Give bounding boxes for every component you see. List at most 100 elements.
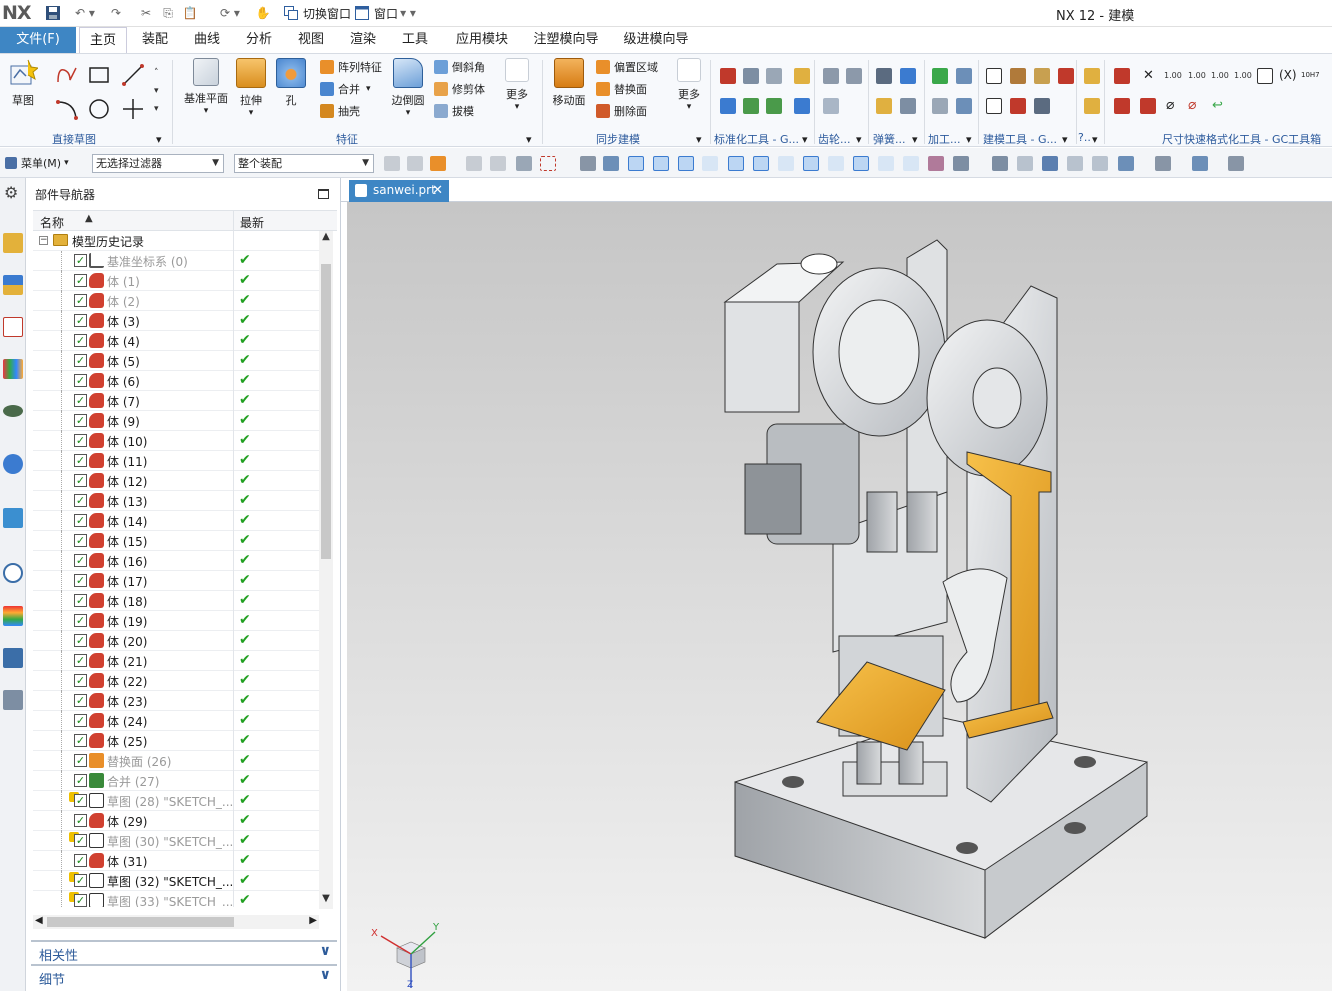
visibility-checkbox[interactable]: ✓: [74, 314, 87, 327]
build-tool-icon[interactable]: [986, 98, 1002, 114]
group-options-icon[interactable]: ▾: [1092, 130, 1098, 148]
visibility-checkbox[interactable]: ✓: [74, 614, 87, 627]
tree-row[interactable]: ✓ 替换面 (26) ✔: [33, 751, 319, 771]
build-tool-icon[interactable]: [1084, 98, 1100, 114]
snap-icon[interactable]: [728, 156, 744, 171]
expand-chevron-icon[interactable]: ∨: [320, 943, 331, 959]
tree-row[interactable]: ✓ 体 (1) ✔: [33, 271, 319, 291]
snap-icon[interactable]: [903, 156, 919, 171]
tree-row[interactable]: ✓ 体 (6) ✔: [33, 371, 319, 391]
profile-icon[interactable]: [56, 64, 78, 86]
motor-terminal-box[interactable]: [744, 463, 802, 535]
snap-icon[interactable]: [678, 156, 694, 171]
dim-format-4[interactable]: 1.00: [1234, 66, 1252, 84]
hole-button[interactable]: 孔: [276, 58, 306, 108]
spring-icon[interactable]: [876, 98, 892, 114]
snap-icon[interactable]: [778, 156, 794, 171]
group-options-icon[interactable]: ▾: [966, 130, 972, 148]
expand-chevron-icon[interactable]: ∨: [320, 967, 331, 983]
shell-button[interactable]: 抽壳: [320, 102, 360, 120]
collapse-icon[interactable]: −: [39, 236, 48, 245]
spring-icon[interactable]: [876, 68, 892, 84]
gear-icon[interactable]: [823, 68, 839, 84]
tree-row[interactable]: ✓ 草图 (28) "SKETCH_... ✔: [33, 791, 319, 811]
tree-row[interactable]: ✓ 体 (5) ✔: [33, 351, 319, 371]
column-header-name[interactable]: 名称: [40, 214, 64, 231]
group-options-icon[interactable]: ▾: [802, 130, 808, 148]
trim-body-button[interactable]: 修剪体: [434, 80, 485, 98]
copy-icon[interactable]: ⎘: [160, 4, 176, 22]
dim-format-3[interactable]: 1.00: [1211, 66, 1229, 84]
snap-icon[interactable]: [702, 156, 718, 171]
snap-icon[interactable]: [803, 156, 819, 171]
snap-icon[interactable]: [878, 156, 894, 171]
tree-row[interactable]: ✓ 体 (22) ✔: [33, 671, 319, 691]
machining-icon[interactable]: [932, 98, 948, 114]
visibility-checkbox[interactable]: ✓: [74, 414, 87, 427]
delete-face-button[interactable]: 删除面: [596, 102, 647, 120]
arc-icon[interactable]: [56, 98, 78, 120]
group-options-icon[interactable]: ▾: [856, 130, 862, 148]
build-tool-icon[interactable]: [1034, 98, 1050, 114]
diameter-icon[interactable]: ⌀: [1166, 96, 1174, 114]
details-panel[interactable]: 细节 ∨: [31, 964, 337, 988]
group-options-icon[interactable]: ▾: [912, 130, 918, 148]
tree-row[interactable]: ✓ 体 (23) ✔: [33, 691, 319, 711]
visibility-checkbox[interactable]: ✓: [74, 794, 87, 807]
system-materials-icon[interactable]: [3, 606, 23, 626]
datum-plane-button[interactable]: 基准平面 ▾: [182, 58, 230, 116]
visibility-checkbox[interactable]: ✓: [74, 634, 87, 647]
redo-icon[interactable]: ↷: [108, 4, 124, 22]
edge-blend-button[interactable]: 边倒圆 ▾: [390, 58, 426, 118]
switch-window-icon[interactable]: [283, 4, 299, 22]
gear-icon[interactable]: [823, 98, 839, 114]
snap-icon[interactable]: [580, 156, 596, 171]
machining-icon[interactable]: [956, 68, 972, 84]
process-studio-icon[interactable]: [3, 648, 23, 668]
tree-row[interactable]: ✓ 体 (24) ✔: [33, 711, 319, 731]
undo-icon[interactable]: ↶ ▾: [72, 4, 98, 22]
tree-row[interactable]: ✓ 体 (29) ✔: [33, 811, 319, 831]
tree-row[interactable]: ✓ 体 (21) ✔: [33, 651, 319, 671]
scroll-up-icon[interactable]: ▲: [319, 231, 333, 247]
tab-curve[interactable]: 曲线: [186, 27, 228, 53]
sketch-button[interactable]: 草图: [4, 58, 42, 108]
dim-tool-icon[interactable]: [1140, 98, 1156, 114]
tab-view[interactable]: 视图: [290, 27, 332, 53]
std-tool-icon[interactable]: [720, 98, 736, 114]
tree-row[interactable]: ✓ 体 (7) ✔: [33, 391, 319, 411]
tab-tools[interactable]: 工具: [394, 27, 436, 53]
tree-row[interactable]: ✓ 体 (11) ✔: [33, 451, 319, 471]
selection-option-icon[interactable]: [430, 156, 446, 171]
snap-icon[interactable]: [603, 156, 619, 171]
sort-ascending-icon[interactable]: ▲: [85, 213, 93, 224]
visibility-checkbox[interactable]: ✓: [74, 694, 87, 707]
view-tool-icon[interactable]: [1067, 156, 1083, 171]
tree-row[interactable]: ✓ 体 (15) ✔: [33, 531, 319, 551]
visibility-checkbox[interactable]: ✓: [74, 254, 87, 267]
build-tool-icon[interactable]: [1084, 68, 1100, 84]
web-browser-icon[interactable]: [3, 454, 23, 474]
tree-root-model-history[interactable]: − 模型历史记录: [33, 231, 319, 251]
tab-progressive-die-wizard[interactable]: 级进模向导: [616, 27, 696, 53]
tree-row[interactable]: ✓ 体 (4) ✔: [33, 331, 319, 351]
chamfer-button[interactable]: 倒斜角: [434, 58, 485, 76]
visibility-checkbox[interactable]: ✓: [74, 674, 87, 687]
guide-post[interactable]: [856, 741, 882, 785]
tree-row[interactable]: ✓ 体 (19) ✔: [33, 611, 319, 631]
history-icon[interactable]: [3, 508, 23, 528]
selection-option-icon[interactable]: [490, 156, 506, 171]
offset-region-button[interactable]: 偏置区域: [596, 58, 658, 76]
build-tool-icon[interactable]: [1058, 68, 1074, 84]
visibility-checkbox[interactable]: ✓: [74, 514, 87, 527]
view-tool-icon[interactable]: [1228, 156, 1244, 171]
visibility-checkbox[interactable]: ✓: [74, 754, 87, 767]
view-tool-icon[interactable]: [1155, 156, 1171, 171]
visibility-checkbox[interactable]: ✓: [74, 274, 87, 287]
point-icon[interactable]: [122, 98, 144, 120]
group-options-icon[interactable]: ▾: [696, 130, 702, 148]
snap-icon[interactable]: [653, 156, 669, 171]
visibility-checkbox[interactable]: ✓: [74, 594, 87, 607]
tree-row[interactable]: ✓ 体 (16) ✔: [33, 551, 319, 571]
tree-row[interactable]: ✓ 体 (20) ✔: [33, 631, 319, 651]
